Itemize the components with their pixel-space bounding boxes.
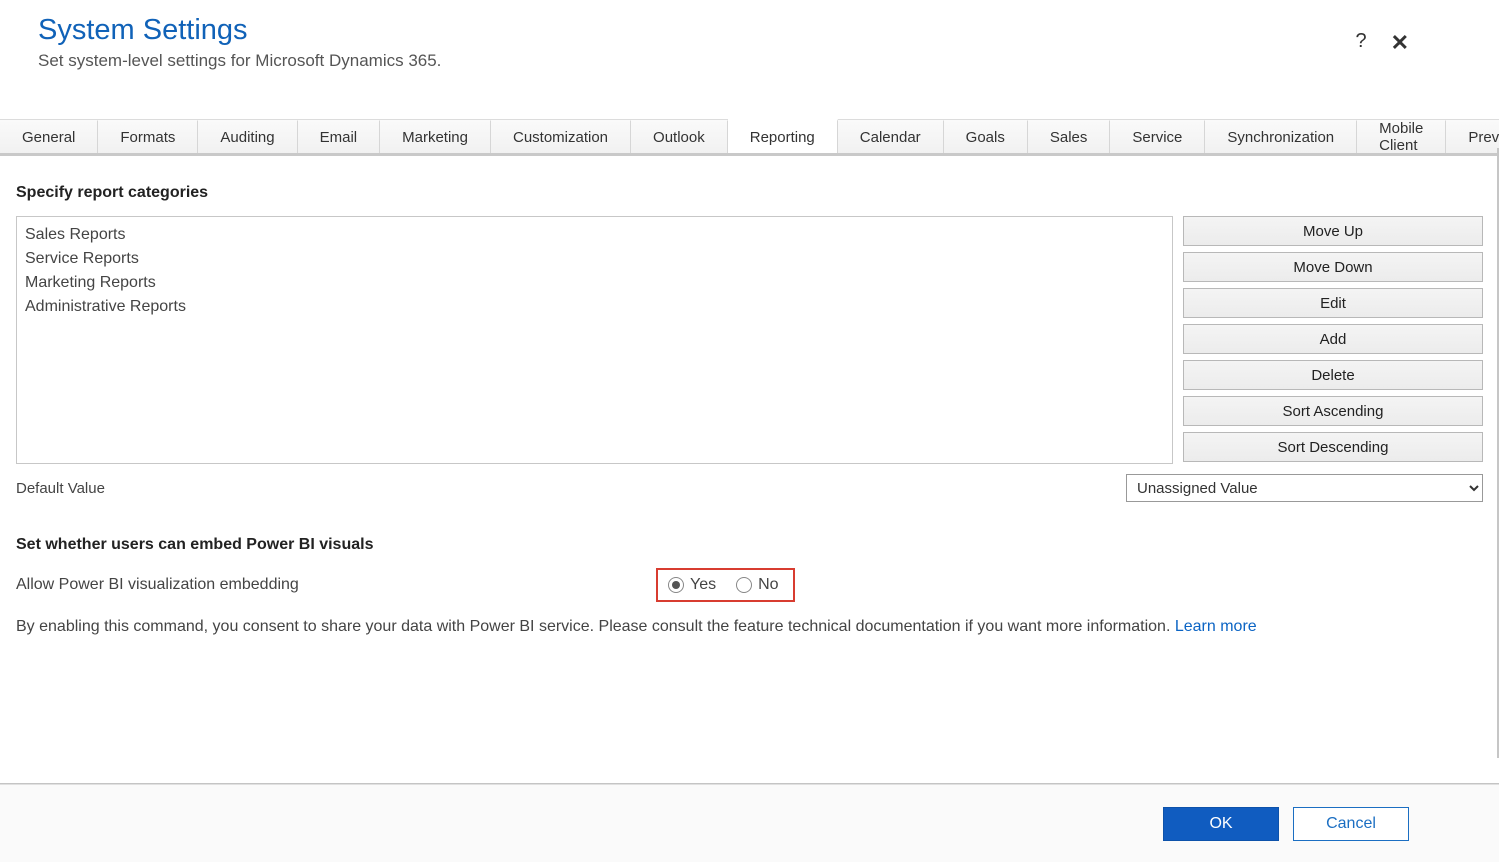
tab-formats[interactable]: Formats [98, 120, 198, 153]
tab-email[interactable]: Email [298, 120, 381, 153]
edit-button[interactable]: Edit [1183, 288, 1483, 318]
close-icon[interactable]: ✕ [1391, 30, 1409, 56]
move-down-button[interactable]: Move Down [1183, 252, 1483, 282]
tab-customization[interactable]: Customization [491, 120, 631, 153]
cancel-button[interactable]: Cancel [1293, 807, 1409, 841]
embed-label: Allow Power BI visualization embedding [16, 576, 656, 594]
report-button-column: Move Up Move Down Edit Add Delete Sort A… [1183, 216, 1483, 464]
default-value-label: Default Value [16, 480, 105, 497]
embed-note-text: By enabling this command, you consent to… [16, 618, 1175, 635]
help-icon[interactable]: ? [1355, 30, 1366, 56]
default-value-select[interactable]: Unassigned Value [1126, 474, 1483, 502]
tab-mobile-client[interactable]: Mobile Client [1357, 120, 1446, 153]
footer: OK Cancel [0, 784, 1499, 862]
page-subtitle: Set system-level settings for Microsoft … [38, 51, 1461, 71]
embed-note: By enabling this command, you consent to… [16, 618, 1483, 636]
tab-general[interactable]: General [0, 120, 98, 153]
tab-reporting[interactable]: Reporting [728, 119, 838, 153]
tab-bar: GeneralFormatsAuditingEmailMarketingCust… [0, 119, 1499, 153]
embed-radio-group: Yes No [656, 568, 795, 602]
header: System Settings Set system-level setting… [0, 0, 1499, 71]
list-item[interactable]: Marketing Reports [21, 271, 1168, 295]
list-item[interactable]: Administrative Reports [21, 295, 1168, 319]
sort-ascending-button[interactable]: Sort Ascending [1183, 396, 1483, 426]
content-panel: Specify report categories Sales ReportsS… [0, 153, 1499, 784]
embed-radio-yes[interactable]: Yes [668, 576, 716, 594]
embed-radio-no[interactable]: No [736, 576, 778, 594]
move-up-button[interactable]: Move Up [1183, 216, 1483, 246]
report-category-listbox[interactable]: Sales ReportsService ReportsMarketing Re… [16, 216, 1173, 464]
tab-goals[interactable]: Goals [944, 120, 1028, 153]
learn-more-link[interactable]: Learn more [1175, 618, 1257, 635]
radio-empty-icon [736, 577, 752, 593]
tab-auditing[interactable]: Auditing [198, 120, 297, 153]
embed-radio-no-label: No [758, 576, 778, 594]
sort-descending-button[interactable]: Sort Descending [1183, 432, 1483, 462]
ok-button[interactable]: OK [1163, 807, 1279, 841]
tab-calendar[interactable]: Calendar [838, 120, 944, 153]
radio-filled-icon [668, 577, 684, 593]
tab-marketing[interactable]: Marketing [380, 120, 491, 153]
tab-service[interactable]: Service [1110, 120, 1205, 153]
tab-sales[interactable]: Sales [1028, 120, 1111, 153]
tab-outlook[interactable]: Outlook [631, 120, 728, 153]
page-title: System Settings [38, 14, 1461, 47]
embed-radio-yes-label: Yes [690, 576, 716, 594]
list-item[interactable]: Service Reports [21, 247, 1168, 271]
tab-synchronization[interactable]: Synchronization [1205, 120, 1357, 153]
add-button[interactable]: Add [1183, 324, 1483, 354]
delete-button[interactable]: Delete [1183, 360, 1483, 390]
tab-previews[interactable]: Previews [1446, 120, 1499, 153]
embed-section-title: Set whether users can embed Power BI vis… [16, 536, 1483, 554]
report-section-title: Specify report categories [16, 184, 1483, 202]
list-item[interactable]: Sales Reports [21, 223, 1168, 247]
